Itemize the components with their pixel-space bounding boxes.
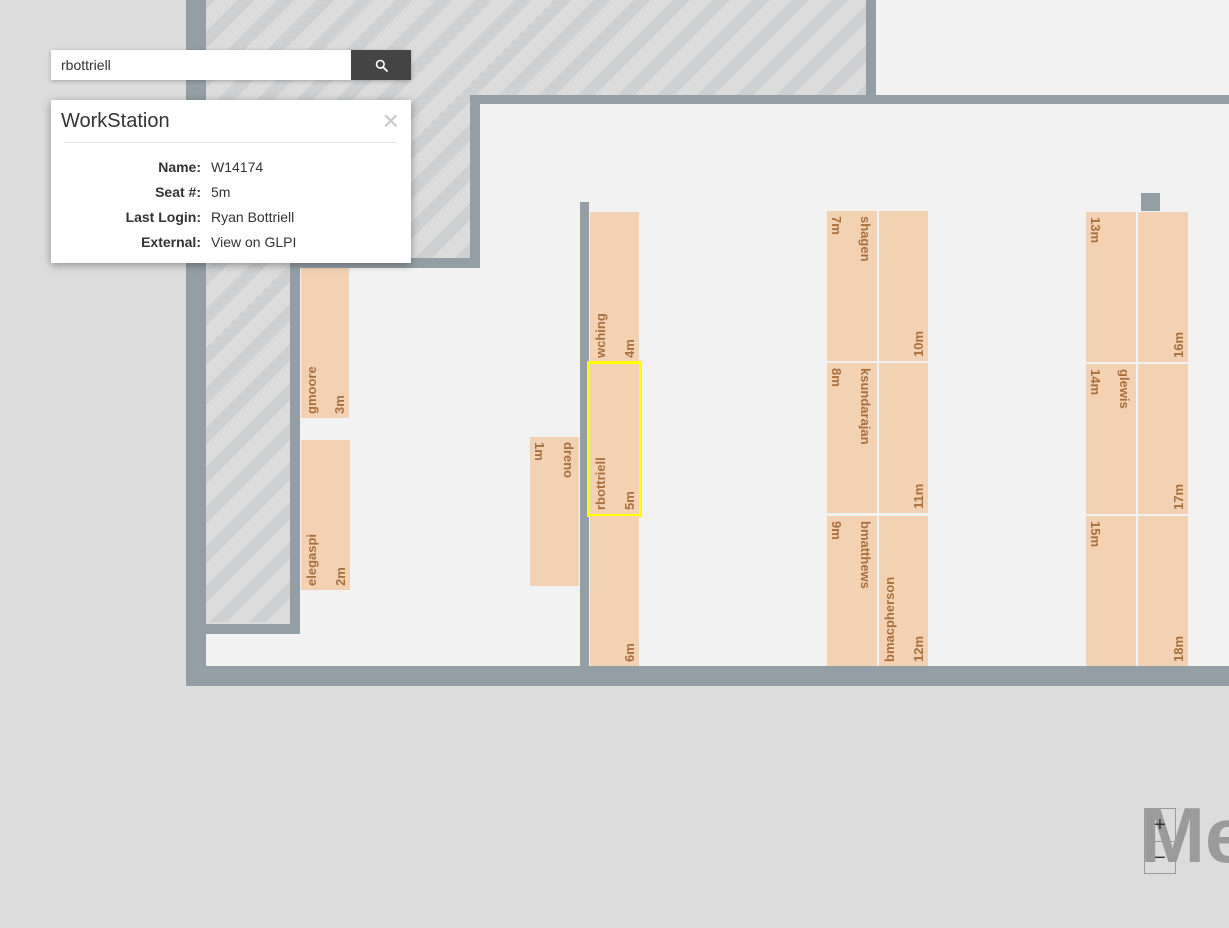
seat-label: 10m: [911, 331, 926, 357]
detail-label: Last Login:: [125, 208, 201, 225]
seat-label: 14m: [1088, 369, 1103, 395]
search-icon: [375, 59, 388, 72]
glpi-link[interactable]: View on GLPI: [211, 234, 296, 250]
desk-7m[interactable]: 7m shagen: [827, 211, 877, 361]
user-label: wching: [593, 313, 608, 359]
detail-row-seat: Seat #: 5m: [51, 179, 411, 204]
user-label: glewis: [1117, 369, 1132, 409]
detail-row-name: Name: W14174: [51, 154, 411, 179]
desk-6m[interactable]: 6m: [590, 516, 639, 666]
desk-13m[interactable]: 13m: [1086, 212, 1136, 362]
seat-label: 17m: [1171, 484, 1186, 510]
popup-divider: [65, 142, 397, 143]
close-icon[interactable]: ×: [383, 106, 399, 136]
user-label: rbottriell: [593, 457, 608, 510]
search-bar: [51, 50, 411, 80]
outer-floor-area: [876, 0, 1229, 95]
desk-3m[interactable]: 3m gmoore: [301, 268, 349, 418]
desk-5m[interactable]: 5m rbottriell: [587, 361, 642, 517]
seat-label: 2m: [333, 567, 348, 586]
search-button[interactable]: [351, 50, 411, 80]
zoom-in-button[interactable]: +: [1145, 809, 1175, 842]
desk-16m[interactable]: 16m: [1138, 212, 1188, 362]
workstation-popup: WorkStation × Name: W14174 Seat #: 5m La…: [51, 100, 411, 263]
detail-label: External:: [141, 233, 201, 250]
user-label: shagen: [858, 216, 873, 262]
seat-label: 3m: [332, 395, 347, 414]
desk-11m[interactable]: 11m: [879, 363, 928, 513]
detail-label: Name:: [158, 158, 201, 175]
seat-label: 7m: [829, 216, 844, 235]
desk-1m[interactable]: 1m dreno: [530, 437, 579, 586]
seat-label: 18m: [1171, 636, 1186, 662]
zoom-control: + −: [1144, 808, 1176, 874]
seat-label: 4m: [622, 339, 637, 358]
seat-label: 6m: [622, 643, 637, 662]
seat-label: 5m: [622, 491, 637, 510]
desk-17m[interactable]: 17m: [1138, 364, 1188, 514]
seat-label: 8m: [829, 368, 844, 387]
desk-14m[interactable]: 14m glewis: [1086, 364, 1136, 514]
popup-title: WorkStation: [61, 110, 170, 132]
detail-label: Seat #:: [155, 183, 201, 200]
popup-details: Name: W14174 Seat #: 5m Last Login: Ryan…: [51, 154, 411, 254]
user-label: gmoore: [304, 366, 319, 414]
seat-label: 1m: [532, 442, 547, 461]
zoom-out-button[interactable]: −: [1145, 842, 1175, 874]
user-label: bmatthews: [858, 521, 873, 589]
user-label: dreno: [561, 442, 576, 478]
seat-label: 15m: [1088, 521, 1103, 547]
seat-label: 13m: [1088, 217, 1103, 243]
search-input[interactable]: [51, 50, 351, 80]
desk-8m[interactable]: 8m ksundarajan: [827, 363, 877, 513]
user-label: bmacpherson: [882, 577, 897, 662]
last-login-link[interactable]: Ryan Bottriell: [211, 209, 294, 225]
seat-label: 11m: [911, 484, 926, 509]
seat-link[interactable]: 5m: [211, 184, 230, 200]
desk-18m[interactable]: 18m: [1138, 516, 1188, 666]
detail-row-external: External: View on GLPI: [51, 229, 411, 254]
desk-10m[interactable]: 10m: [879, 211, 928, 361]
seat-label: 12m: [911, 636, 926, 662]
user-label: ksundarajan: [858, 368, 873, 445]
desk-9m[interactable]: 9m bmatthews: [827, 516, 877, 666]
desk-2m[interactable]: 2m elegaspi: [301, 440, 350, 590]
detail-row-last-login: Last Login: Ryan Bottriell: [51, 204, 411, 229]
workstation-name: W14174: [211, 158, 264, 175]
seat-label: 16m: [1171, 332, 1186, 358]
seat-label: 9m: [829, 521, 844, 540]
user-label: elegaspi: [304, 534, 319, 586]
desk-15m[interactable]: 15m: [1086, 516, 1136, 666]
desk-4m[interactable]: 4m wching: [590, 212, 639, 362]
desk-12m[interactable]: 12m bmacpherson: [879, 516, 928, 666]
